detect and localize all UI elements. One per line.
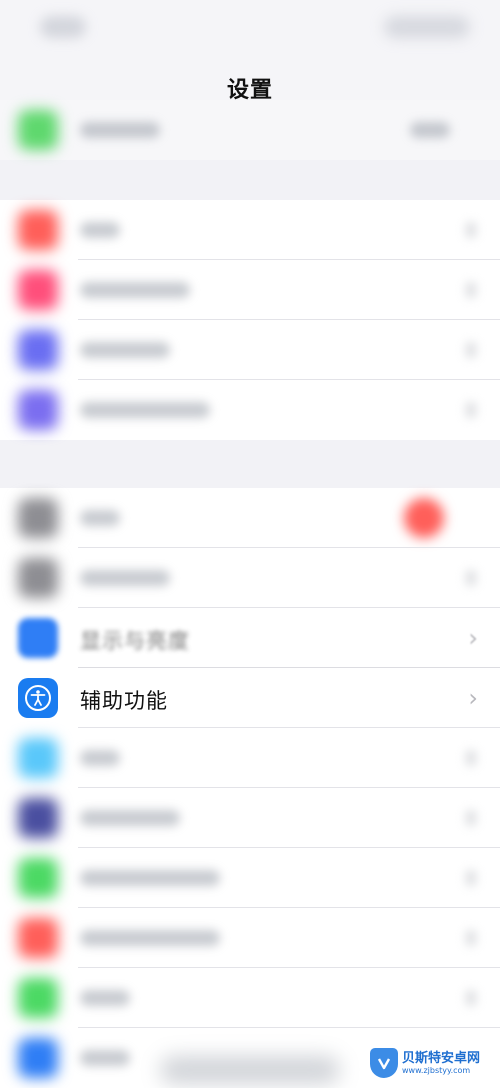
app-icon xyxy=(18,798,58,838)
top-group xyxy=(0,100,500,160)
app-icon xyxy=(18,110,58,150)
list-item[interactable] xyxy=(0,968,500,1028)
notification-badge xyxy=(404,498,444,538)
settings-screen: 设置 显示与亮度 › 辅助功能 › 贝斯特安卓网 www.zjbstyy.com xyxy=(0,0,500,1088)
navigation-bar: 设置 xyxy=(0,0,500,110)
list-item[interactable] xyxy=(0,728,500,788)
list-item-label: 辅助功能 xyxy=(80,689,168,713)
accessibility-icon xyxy=(18,678,58,718)
watermark: 贝斯特安卓网 www.zjbstyy.com xyxy=(370,1044,500,1082)
list-item[interactable] xyxy=(0,260,500,320)
settings-group-2: 显示与亮度 › 辅助功能 › xyxy=(0,488,500,1088)
list-item[interactable] xyxy=(0,908,500,968)
list-item[interactable] xyxy=(0,100,500,160)
shield-logo-icon xyxy=(370,1048,398,1078)
nav-right-button[interactable] xyxy=(384,16,470,38)
app-icon xyxy=(18,558,58,598)
app-icon xyxy=(18,978,58,1018)
app-icon xyxy=(18,390,58,430)
bottom-blur xyxy=(160,1056,340,1084)
app-icon xyxy=(18,210,58,250)
display-icon xyxy=(18,618,58,658)
watermark-text: 贝斯特安卓网 www.zjbstyy.com xyxy=(402,1051,480,1076)
app-icon xyxy=(18,498,58,538)
list-item[interactable] xyxy=(0,200,500,260)
list-item[interactable] xyxy=(0,788,500,848)
app-icon xyxy=(18,270,58,310)
list-item-accessibility[interactable]: 辅助功能 › xyxy=(0,668,500,728)
settings-group-1 xyxy=(0,200,500,440)
list-item-label: 显示与亮度 xyxy=(80,629,190,653)
list-item-display-brightness[interactable]: 显示与亮度 › xyxy=(0,608,500,668)
app-icon xyxy=(18,918,58,958)
back-button[interactable] xyxy=(40,16,86,38)
app-icon xyxy=(18,330,58,370)
chevron-right-icon: › xyxy=(468,624,478,652)
list-item[interactable] xyxy=(0,380,500,440)
chevron-right-icon: › xyxy=(468,684,478,712)
app-icon xyxy=(18,738,58,778)
watermark-line1: 贝斯特安卓网 xyxy=(402,1050,481,1066)
app-icon xyxy=(18,1038,58,1078)
watermark-line2: www.zjbstyy.com xyxy=(402,1065,471,1075)
app-icon xyxy=(18,858,58,898)
list-item[interactable] xyxy=(0,488,500,548)
list-item[interactable] xyxy=(0,320,500,380)
list-item[interactable] xyxy=(0,548,500,608)
list-item[interactable] xyxy=(0,848,500,908)
